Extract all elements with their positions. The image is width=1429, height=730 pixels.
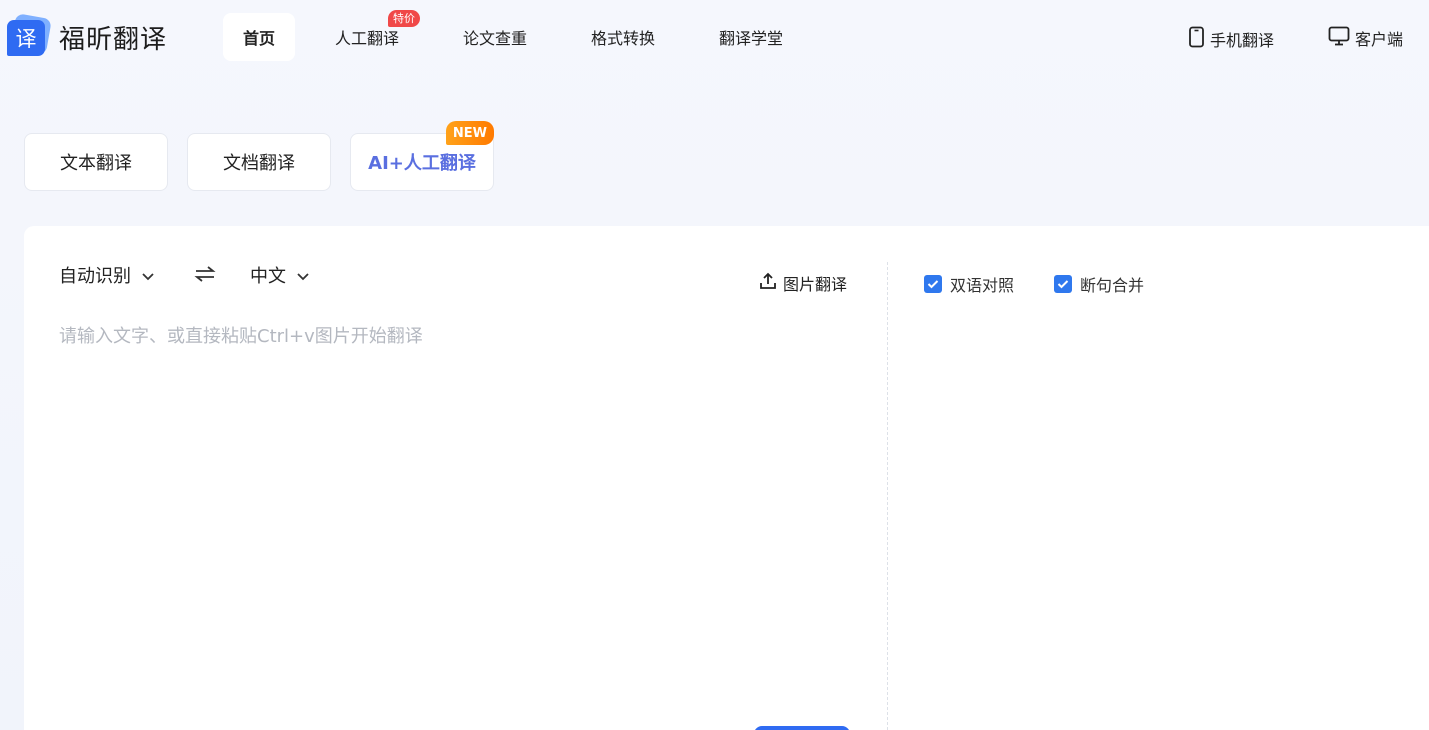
logo-icon: 译 — [7, 13, 52, 58]
nav-item-translation-school[interactable]: 翻译学堂 — [709, 13, 793, 61]
monitor-icon — [1328, 26, 1350, 50]
target-language-select[interactable]: 中文 — [250, 262, 310, 288]
translate-button[interactable] — [754, 726, 850, 730]
chevron-down-icon — [296, 265, 310, 286]
image-translate-button[interactable]: 图片翻译 — [759, 271, 847, 295]
target-language-label: 中文 — [250, 266, 286, 287]
nav-item-human-translation[interactable]: 人工翻译 特价 — [325, 10, 420, 61]
nav-item-home[interactable]: 首页 — [223, 13, 295, 61]
desktop-client-label: 客户端 — [1355, 30, 1404, 49]
tab-text-translation[interactable]: 文本翻译 — [24, 133, 168, 191]
nav-label: 人工翻译 — [334, 29, 399, 48]
logo-mark-glyph: 译 — [7, 20, 45, 56]
tab-label: 文档翻译 — [223, 153, 295, 174]
nav-label: 格式转换 — [590, 29, 655, 48]
special-price-badge: 特价 — [388, 10, 420, 27]
brand-name: 福昕翻译 — [59, 24, 168, 55]
top-header: 译 福昕翻译 首页 人工翻译 特价 论文查重 格式转换 翻译学堂 手机翻译 客户… — [0, 0, 1429, 76]
tab-document-translation[interactable]: 文档翻译 — [187, 133, 331, 191]
nav-label: 翻译学堂 — [718, 29, 783, 48]
upload-icon — [759, 272, 777, 294]
nav-item-plagiarism-check[interactable]: 论文查重 — [453, 13, 537, 61]
merge-sentences-label: 断句合并 — [1080, 276, 1145, 295]
bilingual-label: 双语对照 — [950, 276, 1015, 295]
tab-label: 文本翻译 — [60, 153, 132, 174]
phone-icon — [1188, 26, 1205, 52]
merge-sentences-checkbox[interactable]: 断句合并 — [1054, 272, 1144, 296]
source-language-label: 自动识别 — [59, 266, 131, 287]
bilingual-checkbox[interactable]: 双语对照 — [924, 272, 1014, 296]
tab-ai-human-translation[interactable]: AI+人工翻译 NEW — [350, 121, 494, 191]
main-nav: 首页 人工翻译 特价 论文查重 格式转换 翻译学堂 — [223, 10, 793, 61]
checkbox-checked-icon — [1054, 275, 1072, 293]
source-text-input[interactable] — [59, 322, 859, 702]
swap-languages-button[interactable] — [194, 264, 216, 288]
nav-item-format-convert[interactable]: 格式转换 — [581, 13, 665, 61]
desktop-client-link[interactable]: 客户端 — [1328, 26, 1403, 50]
page: 译 福昕翻译 首页 人工翻译 特价 论文查重 格式转换 翻译学堂 手机翻译 客户… — [0, 0, 1429, 730]
image-translate-label: 图片翻译 — [783, 275, 848, 294]
mobile-translate-link[interactable]: 手机翻译 — [1188, 26, 1274, 52]
new-badge: NEW — [445, 121, 494, 145]
panel-divider — [887, 262, 888, 730]
nav-label: 首页 — [242, 29, 275, 48]
swap-icon — [194, 266, 216, 288]
mobile-translate-label: 手机翻译 — [1210, 31, 1275, 50]
nav-label: 论文查重 — [462, 29, 527, 48]
logo[interactable]: 译 福昕翻译 — [7, 13, 168, 58]
source-language-select[interactable]: 自动识别 — [59, 262, 155, 288]
checkbox-checked-icon — [924, 275, 942, 293]
translator-panel: 自动识别 中文 图片翻译 请输入文字、或直接粘贴Ctrl+v图片开始翻译 双语对… — [24, 226, 1429, 730]
tab-label: AI+人工翻译 — [368, 153, 476, 174]
chevron-down-icon — [141, 265, 155, 286]
